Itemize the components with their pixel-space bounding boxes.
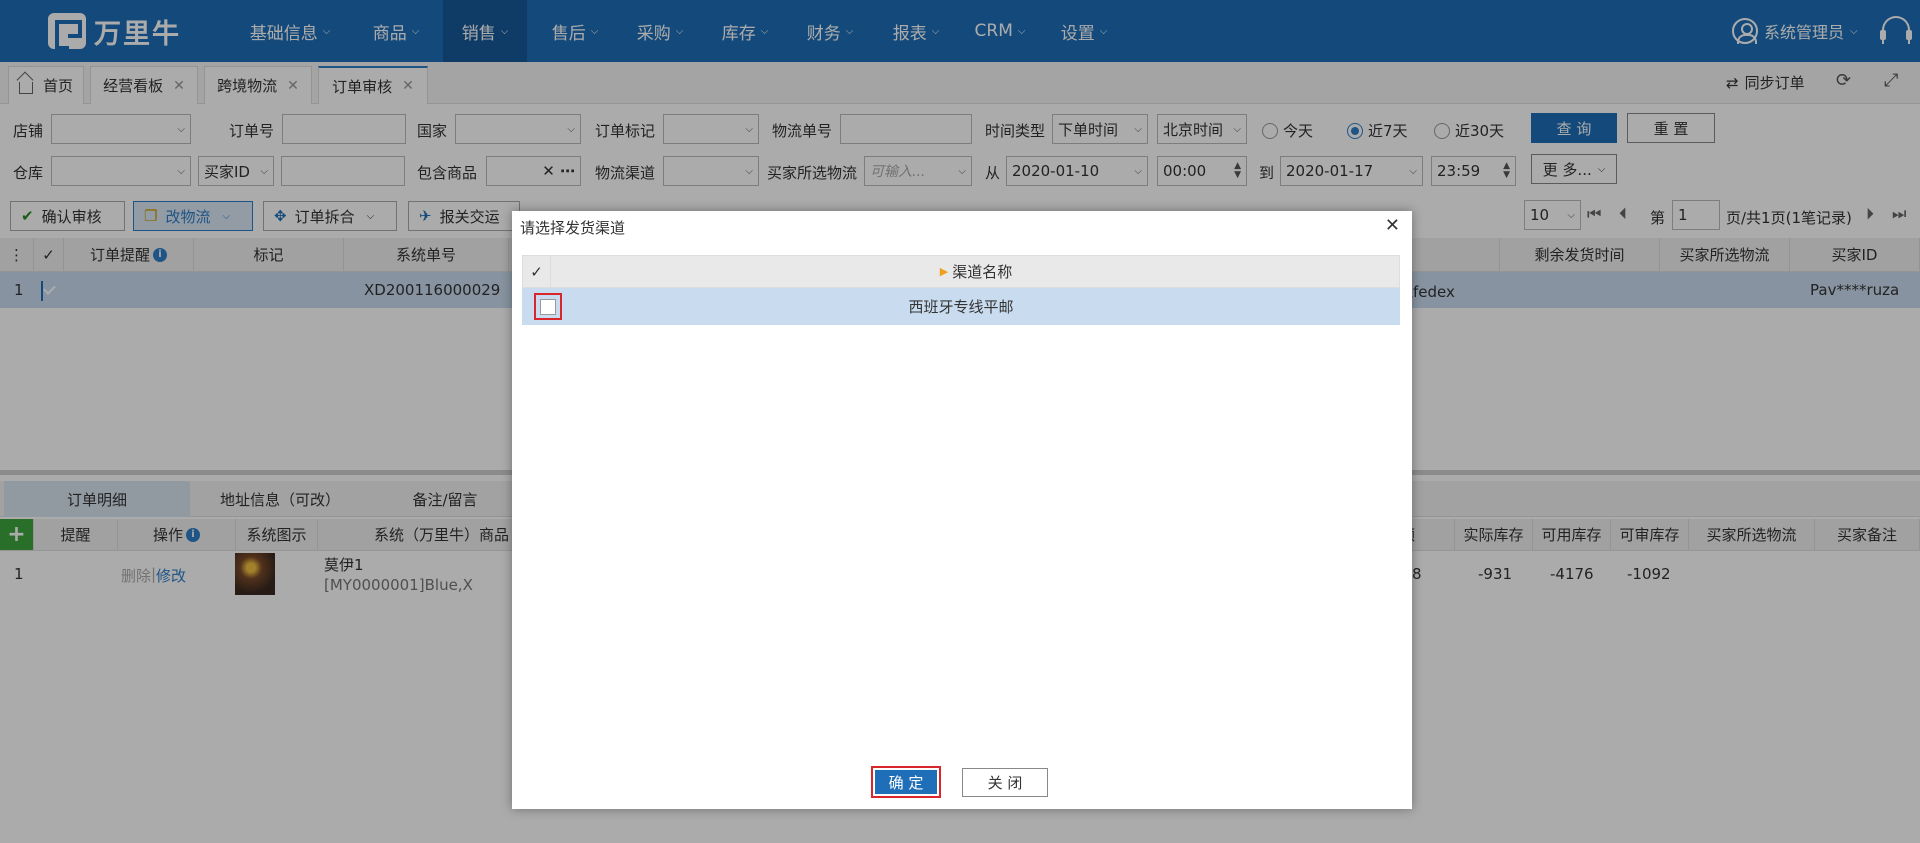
dialog-title: 请选择发货渠道	[520, 219, 626, 237]
col-channel-name[interactable]: ▶ 渠道名称	[551, 256, 1401, 287]
col-label: 渠道名称	[952, 263, 1013, 281]
confirm-button-highlight: 确 定	[871, 766, 941, 798]
confirm-button[interactable]: 确 定	[875, 770, 937, 794]
close-icon[interactable]: ✕	[1385, 215, 1400, 236]
sort-arrow-icon: ▶	[939, 265, 949, 278]
channel-name: 西班牙专线平邮	[908, 298, 1014, 316]
channel-row[interactable]: 西班牙专线平邮	[522, 288, 1400, 325]
close-button[interactable]: 关 闭	[962, 768, 1048, 797]
select-channel-dialog: 请选择发货渠道 ✕ ✓ ▶ 渠道名称 西班牙专线平邮 确 定 关 闭	[512, 211, 1412, 809]
select-all-checkbox[interactable]: ✓	[523, 256, 551, 287]
channel-grid-header: ✓ ▶ 渠道名称	[522, 255, 1400, 288]
